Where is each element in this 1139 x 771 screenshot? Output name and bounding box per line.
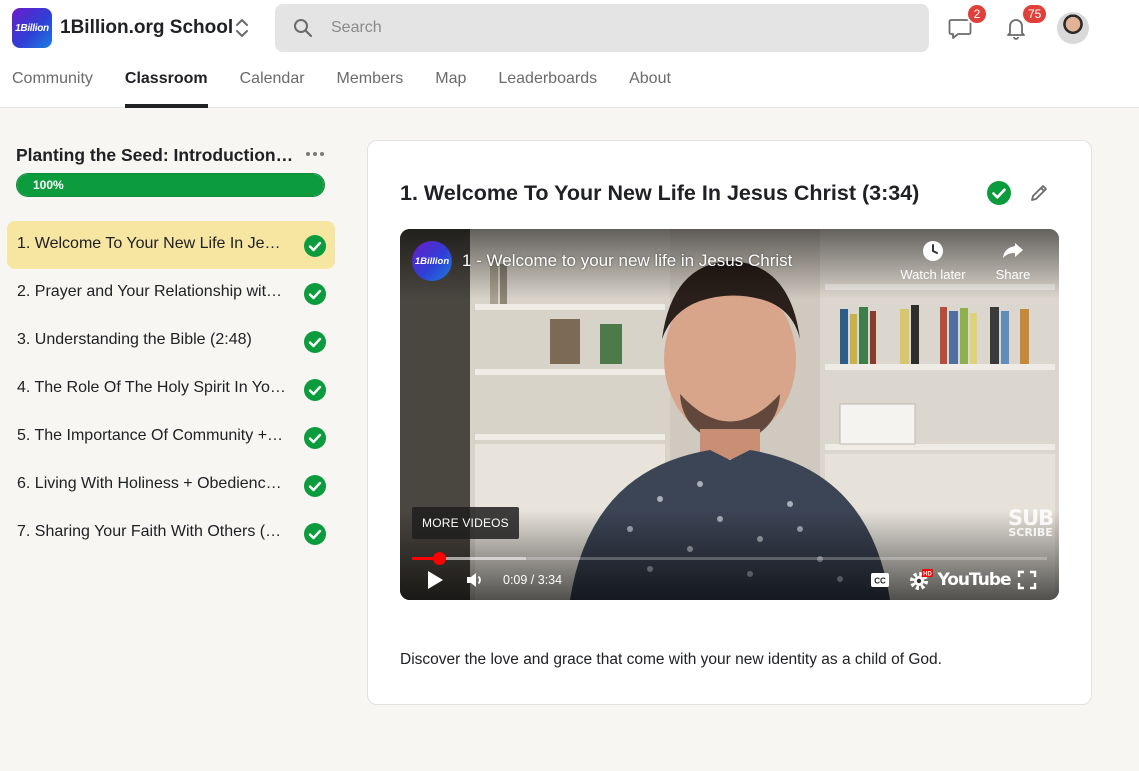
volume-button[interactable] [464,567,486,593]
volume-icon [467,573,481,587]
lesson-title: 1. Welcome To Your New Life In Jesus Chr… [400,181,920,205]
fullscreen-button[interactable] [1017,567,1037,593]
course-options-button[interactable] [303,145,327,163]
play-button[interactable] [424,567,446,593]
watermark-bottom: SCRIBE [1008,526,1053,539]
lesson-description: Discover the love and grace that come wi… [400,651,942,668]
lesson-label: 6. Living With Holiness + Obedience To G… [17,475,287,492]
tab-community[interactable]: Community [12,62,93,108]
dot-icon [320,152,324,156]
chat-badge: 2 [966,3,988,25]
tab-map[interactable]: Map [435,62,466,108]
lesson-list: 1. Welcome To Your New Life In Jesus Chr… [7,221,335,557]
chevron-updown-icon[interactable] [233,15,251,41]
pencil-icon[interactable] [1028,182,1050,204]
clock-icon [923,241,943,261]
check-circle-icon [304,523,326,545]
main-nav: Community Classroom Calendar Members Map… [12,62,703,108]
fullscreen-icon [1017,570,1037,590]
lesson-card: 1. Welcome To Your New Life In Jesus Chr… [367,140,1092,705]
gear-icon: HD [910,569,933,590]
hd-label: HD [923,572,932,578]
lesson-item-2[interactable]: 2. Prayer and Your Relationship with God [7,269,335,317]
lesson-label: 7. Sharing Your Faith With Others (3:00) [17,523,287,540]
lesson-label: 3. Understanding the Bible (2:48) [17,331,252,348]
course-title: Planting the Seed: Introduction to the C… [16,145,294,165]
subscribe-watermark[interactable]: SUB SCRIBE [1008,508,1054,539]
tab-classroom[interactable]: Classroom [124,62,208,108]
settings-button[interactable]: HD [908,567,934,593]
group-logo[interactable]: 1Billion [12,8,52,48]
lesson-label: 5. The Importance Of Community + Church [17,427,287,444]
watch-later-label: Watch later [900,267,966,282]
video-player[interactable]: 1Billion 1 - Welcome to your new life in… [400,229,1059,600]
video-time: 0:09 / 3:34 [503,573,563,587]
lesson-item-6[interactable]: 6. Living With Holiness + Obedience To G… [7,461,335,509]
channel-logo-text: 1Billion [414,255,450,267]
group-name[interactable]: 1Billion.org School [60,17,233,39]
course-progress-bar: 100% [16,173,325,197]
captions-label: CC [874,577,886,586]
dot-icon [306,152,310,156]
video-progress-bar[interactable] [412,552,1047,565]
lesson-item-7[interactable]: 7. Sharing Your Faith With Others (3:00) [7,509,335,557]
captions-button[interactable]: CC [869,567,891,593]
check-circle-icon [304,427,326,449]
lesson-label: 4. The Role Of The Holy Spirit In Your L… [17,379,287,396]
notification-badge: 75 [1021,3,1049,25]
check-circle-icon [304,283,326,305]
lesson-item-5[interactable]: 5. The Importance Of Community + Church [7,413,335,461]
check-circle-icon [304,475,326,497]
share-arrow-icon [1003,243,1023,258]
play-icon [428,571,443,589]
search-input[interactable] [331,16,891,40]
video-scrub-handle[interactable] [432,552,446,565]
lesson-item-3[interactable]: 3. Understanding the Bible (2:48) [7,317,335,365]
video-title[interactable]: 1 - Welcome to your new life in Jesus Ch… [462,251,792,271]
check-circle-icon [304,379,326,401]
tab-members[interactable]: Members [337,62,404,108]
lesson-label: 1. Welcome To Your New Life In Jesus Chr… [17,235,287,252]
avatar[interactable] [1057,12,1089,44]
check-circle-icon [304,331,326,353]
lesson-item-1[interactable]: 1. Welcome To Your New Life In Jesus Chr… [7,221,335,269]
check-circle-icon [304,235,326,257]
search-bar [275,4,929,52]
share-button[interactable]: Share [973,239,1053,289]
tab-about[interactable]: About [629,62,671,108]
tab-leaderboards[interactable]: Leaderboards [498,62,597,108]
top-header: 1Billion 1Billion.org School 2 75 Commun… [0,0,1139,108]
channel-logo[interactable]: 1Billion [412,241,452,281]
tab-calendar[interactable]: Calendar [240,62,305,108]
captions-icon: CC [871,573,889,587]
group-logo-text: 1Billion [15,22,49,34]
youtube-logo[interactable]: YouTube [937,567,1011,593]
dot-icon [313,152,317,156]
course-progress-label: 100% [33,178,64,192]
watch-later-button[interactable]: Watch later [893,239,973,289]
lesson-label: 2. Prayer and Your Relationship with God [17,283,287,300]
check-circle-icon[interactable] [987,181,1011,205]
search-icon [294,19,313,38]
lesson-item-4[interactable]: 4. The Role Of The Holy Spirit In Your L… [7,365,335,413]
share-label: Share [995,267,1031,282]
more-videos-button[interactable]: MORE VIDEOS [412,507,519,539]
